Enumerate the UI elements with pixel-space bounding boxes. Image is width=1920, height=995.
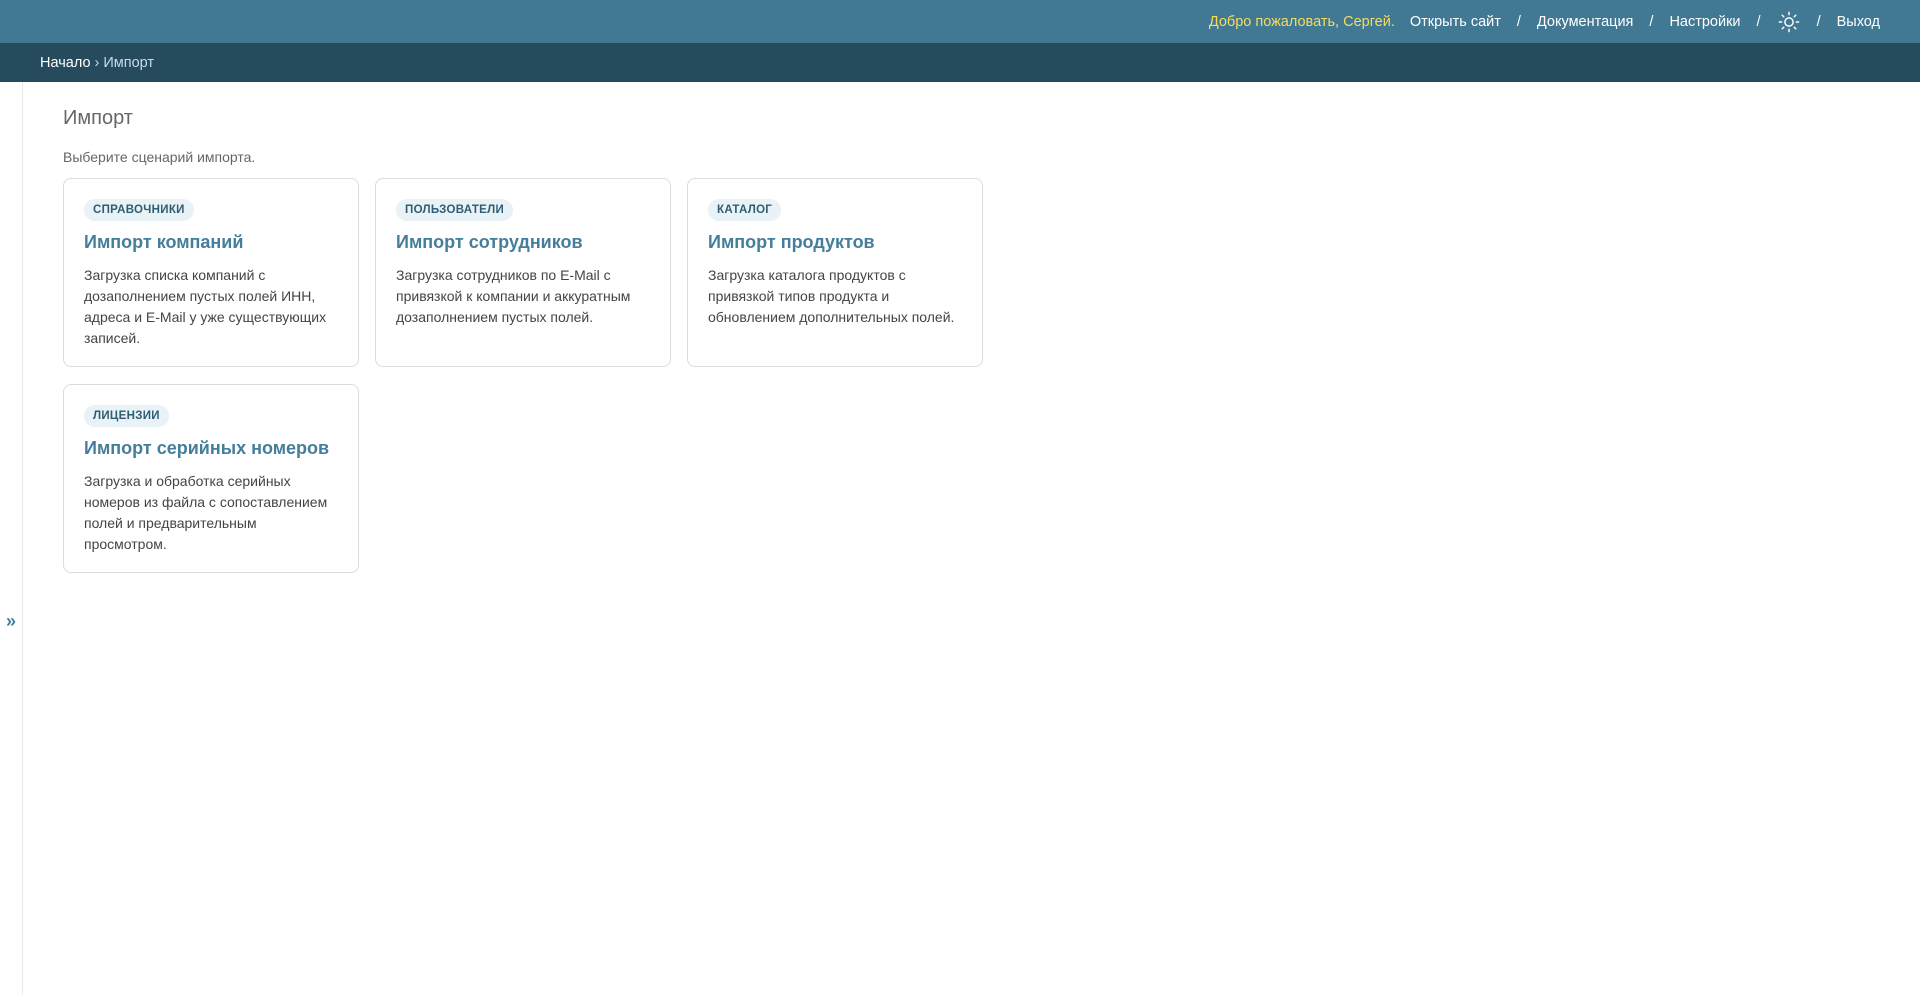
import-cards-grid: СПРАВОЧНИКИ Импорт компаний Загрузка спи… — [63, 178, 1883, 573]
page-subtitle: Выберите сценарий импорта. — [63, 149, 256, 165]
card-tag: КАТАЛОГ — [708, 199, 782, 221]
card-description: Загрузка сотрудников по E-Mail с привязк… — [396, 267, 631, 325]
settings-link[interactable]: Настройки — [1669, 14, 1740, 30]
logout-link[interactable]: Выход — [1837, 14, 1880, 30]
theme-toggle-button[interactable] — [1777, 10, 1801, 34]
header-separator: / — [1649, 13, 1654, 30]
import-card-employees[interactable]: ПОЛЬЗОВАТЕЛИ Импорт сотрудников Загрузка… — [375, 178, 671, 367]
breadcrumb-home-link[interactable]: Начало — [40, 55, 91, 71]
card-tag: СПРАВОЧНИКИ — [84, 199, 194, 221]
card-title[interactable]: Импорт сотрудников — [396, 231, 650, 253]
top-header: Добро пожаловать, Сергей. Открыть сайт /… — [0, 0, 1920, 43]
import-card-serials[interactable]: ЛИЦЕНЗИИ Импорт серийных номеров Загрузк… — [63, 384, 359, 573]
main-content: Импорт Выберите сценарий импорта. СПРАВО… — [63, 82, 1883, 573]
card-title[interactable]: Импорт серийных номеров — [84, 437, 338, 459]
card-title[interactable]: Импорт продуктов — [708, 231, 962, 253]
card-description: Загрузка каталога продуктов с привязкой … — [708, 267, 955, 325]
breadcrumb-current: Импорт — [103, 54, 155, 71]
header-separator: / — [1816, 13, 1821, 30]
documentation-link[interactable]: Документация — [1537, 14, 1633, 30]
import-card-products[interactable]: КАТАЛОГ Импорт продуктов Загрузка катало… — [687, 178, 983, 367]
sun-icon — [1778, 11, 1799, 32]
header-separator: / — [1756, 13, 1761, 30]
card-tag: ЛИЦЕНЗИИ — [84, 405, 169, 427]
card-description: Загрузка списка компаний с дозаполнением… — [84, 267, 327, 346]
card-tag: ПОЛЬЗОВАТЕЛИ — [396, 199, 514, 221]
page-title: Импорт — [63, 107, 133, 129]
breadcrumb: Начало › Импорт — [0, 43, 1920, 82]
import-card-companies[interactable]: СПРАВОЧНИКИ Импорт компаний Загрузка спи… — [63, 178, 359, 367]
sidebar-collapsed: » — [0, 82, 23, 995]
open-site-link[interactable]: Открыть сайт — [1410, 14, 1501, 30]
breadcrumb-separator: › — [94, 54, 100, 71]
card-description: Загрузка и обработка серийных номеров из… — [84, 473, 328, 552]
welcome-message: Добро пожаловать, Сергей. — [1208, 13, 1395, 30]
header-separator: / — [1516, 13, 1521, 30]
sidebar-toggle-icon[interactable]: » — [3, 610, 19, 632]
card-title[interactable]: Импорт компаний — [84, 231, 338, 253]
